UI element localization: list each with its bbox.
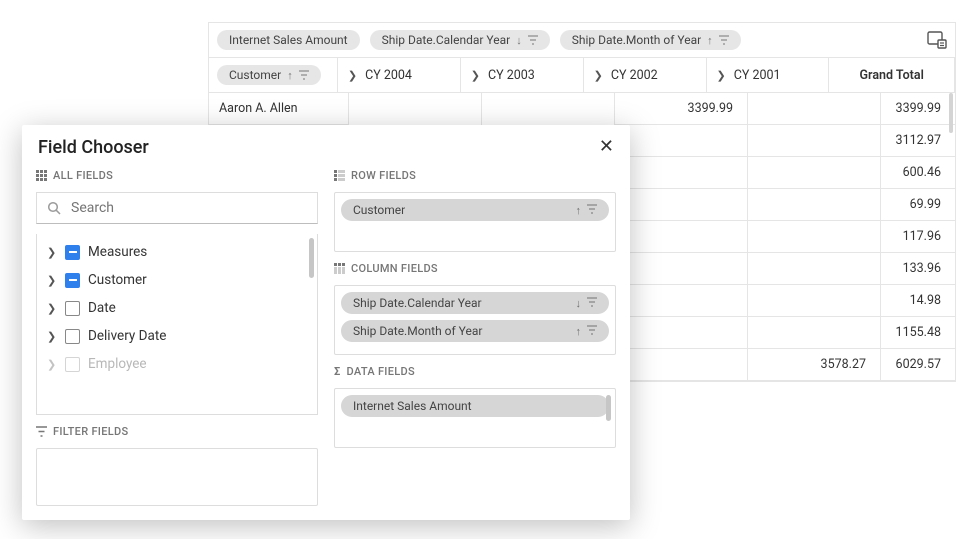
filter-icon xyxy=(36,426,47,437)
tree-item[interactable]: ❯Date xyxy=(37,294,317,322)
data-chip-measures[interactable]: Internet Sales Amount xyxy=(217,30,360,50)
field-chip-sales-amount[interactable]: Internet Sales Amount xyxy=(341,395,609,417)
data-cell: 3578.27 xyxy=(748,349,880,381)
filter-icon xyxy=(587,204,597,217)
row-fields-area[interactable]: Customer ↑ xyxy=(334,192,616,252)
column-fields-area[interactable]: Ship Date.Calendar Year ↓ Ship Date.Mont… xyxy=(334,285,616,355)
total-cell: 6029.57 xyxy=(879,349,955,381)
filter-icon xyxy=(299,70,309,80)
grid-icon xyxy=(36,170,47,181)
total-cell: 600.46 xyxy=(879,157,955,189)
filter-icon xyxy=(587,297,597,310)
chip-label: Ship Date.Month of Year xyxy=(353,324,482,338)
data-fields-area[interactable]: Internet Sales Amount xyxy=(334,388,616,448)
sigma-icon: Σ xyxy=(334,365,341,378)
data-cell: 3399.99 xyxy=(615,93,747,125)
total-cell: 133.96 xyxy=(879,253,955,285)
scrollbar-thumb[interactable] xyxy=(949,93,953,133)
tree-item[interactable]: ❯Measures xyxy=(37,238,317,266)
filter-icon xyxy=(587,325,597,338)
grand-total-header: Grand Total xyxy=(829,58,955,92)
filter-fields-area[interactable] xyxy=(36,448,318,506)
sort-desc-icon: ↓ xyxy=(576,297,582,310)
expand-icon: ❯ xyxy=(717,69,726,82)
field-chooser-button[interactable] xyxy=(927,30,947,50)
total-cell: 3399.99 xyxy=(879,93,955,125)
column-header[interactable]: ❯CY 2004 xyxy=(338,58,461,92)
chip-label: Customer xyxy=(229,68,281,82)
checkbox-empty[interactable] xyxy=(65,357,80,372)
chip-label: Internet Sales Amount xyxy=(229,33,348,47)
grand-total-column: 3399.99 3112.97 600.46 69.99 117.96 133.… xyxy=(879,93,955,381)
expand-icon: ❯ xyxy=(348,69,357,82)
field-chip-calendar-year[interactable]: Ship Date.Calendar Year ↓ xyxy=(341,292,609,314)
all-fields-label: ALL FIELDS xyxy=(36,169,318,182)
dialog-header: Field Chooser ✕ xyxy=(22,125,630,169)
sort-desc-icon: ↓ xyxy=(516,34,522,47)
chevron-right-icon: ❯ xyxy=(47,358,57,371)
scrollbar-thumb[interactable] xyxy=(606,395,611,421)
rows-icon xyxy=(334,170,345,181)
checkbox-indeterminate[interactable] xyxy=(65,245,80,260)
data-column-cy2002: 3399.99 xyxy=(615,93,748,381)
expand-icon: ❯ xyxy=(594,69,603,82)
column-header[interactable]: ❯CY 2002 xyxy=(584,58,707,92)
field-chip-customer[interactable]: Customer ↑ xyxy=(341,199,609,221)
sort-asc-icon: ↑ xyxy=(576,204,582,217)
filter-icon xyxy=(528,35,538,45)
chip-label: Customer xyxy=(353,203,405,217)
chip-label: Internet Sales Amount xyxy=(353,399,472,413)
pivot-toolbar: Internet Sales Amount Ship Date.Calendar… xyxy=(209,23,955,58)
checkbox-empty[interactable] xyxy=(65,329,80,344)
sort-asc-icon: ↑ xyxy=(576,325,582,338)
chevron-right-icon: ❯ xyxy=(47,302,57,315)
total-cell: 14.98 xyxy=(879,285,955,317)
chip-label: Ship Date.Month of Year xyxy=(572,33,701,47)
field-chooser-dialog: Field Chooser ✕ ALL FIELDS ❯Measures ❯Cu… xyxy=(22,125,630,520)
search-input[interactable] xyxy=(69,199,307,217)
chevron-right-icon: ❯ xyxy=(47,274,57,287)
chip-label: Ship Date.Calendar Year xyxy=(353,296,482,310)
columns-icon xyxy=(334,263,345,274)
data-column-cy2001: 3578.27 xyxy=(748,93,881,381)
search-box[interactable] xyxy=(36,192,318,224)
row-fields-label: ROW FIELDS xyxy=(334,169,616,182)
tree-item[interactable]: ❯Employee xyxy=(37,350,317,378)
data-fields-label: Σ DATA FIELDS xyxy=(334,365,616,378)
sort-asc-icon: ↑ xyxy=(707,34,713,47)
row-header[interactable]: Aaron A. Allen xyxy=(209,93,348,125)
search-icon xyxy=(47,201,61,215)
checkbox-empty[interactable] xyxy=(65,301,80,316)
tree-item[interactable]: ❯Delivery Date xyxy=(37,322,317,350)
dialog-title: Field Chooser xyxy=(38,137,149,158)
tree-item[interactable]: ❯Customer xyxy=(37,266,317,294)
row-chip-customer[interactable]: Customer ↑ xyxy=(217,65,321,85)
total-cell: 69.99 xyxy=(879,189,955,221)
sort-asc-icon: ↑ xyxy=(287,69,293,82)
column-chip-calendar-year[interactable]: Ship Date.Calendar Year ↓ xyxy=(370,30,550,50)
expand-icon: ❯ xyxy=(471,69,480,82)
chevron-right-icon: ❯ xyxy=(47,330,57,343)
total-cell: 117.96 xyxy=(879,221,955,253)
chip-label: Ship Date.Calendar Year xyxy=(382,33,511,47)
column-chip-month[interactable]: Ship Date.Month of Year ↑ xyxy=(560,30,741,50)
checkbox-indeterminate[interactable] xyxy=(65,273,80,288)
filter-icon xyxy=(719,35,729,45)
column-header[interactable]: ❯CY 2003 xyxy=(461,58,584,92)
scrollbar-thumb[interactable] xyxy=(309,238,314,278)
right-column: ROW FIELDS Customer ↑ COLUMN FIELDS Ship… xyxy=(334,169,616,506)
column-fields-label: COLUMN FIELDS xyxy=(334,262,616,275)
chevron-right-icon: ❯ xyxy=(47,246,57,259)
all-fields-tree: ❯Measures ❯Customer ❯Date ❯Delivery Date… xyxy=(36,234,318,415)
total-cell: 3112.97 xyxy=(879,125,955,157)
total-cell: 1155.48 xyxy=(879,317,955,349)
filter-fields-label: FILTER FIELDS xyxy=(36,425,318,438)
close-icon[interactable]: ✕ xyxy=(599,138,614,156)
field-chip-month[interactable]: Ship Date.Month of Year ↑ xyxy=(341,320,609,342)
pivot-column-header: Customer ↑ ❯CY 2004 ❯CY 2003 ❯CY 2002 ❯C… xyxy=(209,58,955,93)
left-column: ALL FIELDS ❯Measures ❯Customer ❯Date ❯De… xyxy=(36,169,318,506)
column-header[interactable]: ❯CY 2001 xyxy=(707,58,830,92)
